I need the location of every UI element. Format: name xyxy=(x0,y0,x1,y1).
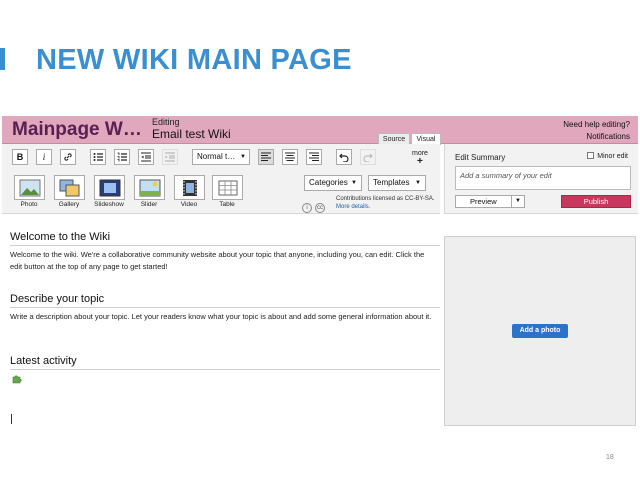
templates-select[interactable]: Templates ▼ xyxy=(368,175,426,191)
minor-edit-checkbox[interactable] xyxy=(587,152,595,159)
editor-toolbar: B i Normal t… ▼ more + Photo Gallery Sli… xyxy=(2,144,440,214)
insert-gallery-label: Gallery xyxy=(58,201,80,208)
cc-license-icon: cc xyxy=(315,203,325,213)
outdent-icon[interactable] xyxy=(138,149,154,165)
video-icon xyxy=(173,175,205,200)
slider-icon xyxy=(133,175,165,200)
edit-summary-panel: Edit Summary Minor edit Add a summary of… xyxy=(444,144,638,214)
chevron-down-icon: ▼ xyxy=(240,154,246,160)
categories-select[interactable]: Categories ▼ xyxy=(304,175,362,191)
slide-accent-bar xyxy=(0,48,5,70)
page-name: Mainpage W… xyxy=(12,119,142,140)
minor-edit-toggle[interactable]: Minor edit xyxy=(587,152,628,160)
slide-page-number: 18 xyxy=(606,454,614,461)
editor-header: Mainpage W… Editing Email test Wiki Need… xyxy=(2,116,638,145)
plus-icon: + xyxy=(417,156,423,167)
align-center-icon[interactable] xyxy=(282,149,298,165)
help-editing-link[interactable]: Need help editing? xyxy=(563,120,630,129)
chevron-down-icon: ▼ xyxy=(415,180,421,186)
insert-slideshow-button[interactable]: Slideshow xyxy=(92,175,126,209)
chevron-down-icon[interactable]: ▼ xyxy=(511,196,524,207)
preview-label: Preview xyxy=(470,197,497,206)
edit-summary-label: Edit Summary xyxy=(455,153,506,162)
numbered-list-icon[interactable] xyxy=(114,149,130,165)
puzzle-piece-icon xyxy=(12,375,22,384)
preview-button[interactable]: Preview ▼ xyxy=(455,195,525,208)
info-icon: i xyxy=(302,203,312,213)
text-cursor xyxy=(11,414,12,424)
insert-photo-label: Photo xyxy=(20,201,38,208)
photo-icon xyxy=(13,175,45,200)
add-photo-button[interactable]: Add a photo xyxy=(512,324,568,338)
edit-summary-input[interactable]: Add a summary of your edit xyxy=(455,166,631,190)
license-icons: i cc xyxy=(302,196,328,214)
editing-title: Email test Wiki xyxy=(152,127,231,141)
slide-title: NEW WIKI MAIN PAGE xyxy=(36,44,352,76)
table-icon xyxy=(211,175,243,200)
insert-slideshow-label: Slideshow xyxy=(94,201,124,208)
more-button[interactable]: more + xyxy=(412,150,428,167)
redo-icon[interactable] xyxy=(360,149,376,165)
format-select-value: Normal t… xyxy=(197,152,236,161)
section-heading-activity: Latest activity xyxy=(10,355,440,370)
link-icon[interactable] xyxy=(60,149,76,165)
undo-icon[interactable] xyxy=(336,149,352,165)
align-right-icon[interactable] xyxy=(306,149,322,165)
section-heading-welcome: Welcome to the Wiki xyxy=(10,231,440,246)
insert-video-button[interactable]: Video xyxy=(172,175,206,209)
bullet-list-icon[interactable] xyxy=(90,149,106,165)
photo-placeholder-panel: Add a photo xyxy=(444,236,636,426)
editing-label: Editing xyxy=(152,117,180,127)
gallery-icon xyxy=(53,175,85,200)
slideshow-icon xyxy=(93,175,125,200)
license-details-link[interactable]: More details. xyxy=(336,204,370,210)
categories-select-value: Categories xyxy=(309,178,348,187)
insert-table-label: Table xyxy=(219,201,235,208)
insert-slider-label: Slider xyxy=(140,201,158,208)
bold-button[interactable]: B xyxy=(12,149,28,165)
paragraph-format-select[interactable]: Normal t… ▼ xyxy=(192,149,250,165)
insert-table-button[interactable]: Table xyxy=(210,175,244,209)
section-body-welcome: Welcome to the wiki. We're a collaborati… xyxy=(10,250,425,271)
chevron-down-icon: ▼ xyxy=(351,180,357,186)
italic-button[interactable]: i xyxy=(36,149,52,165)
insert-gallery-button[interactable]: Gallery xyxy=(52,175,86,209)
notifications-link[interactable]: Notifications xyxy=(586,132,630,141)
section-heading-topic: Describe your topic xyxy=(10,293,440,308)
templates-select-value: Templates xyxy=(373,178,410,187)
indent-icon[interactable] xyxy=(162,149,178,165)
align-left-icon[interactable] xyxy=(258,149,274,165)
license-line: Contributions licensed as CC-BY-SA. xyxy=(336,196,435,202)
wiki-editor-window: Mainpage W… Editing Email test Wiki Need… xyxy=(2,116,638,442)
publish-button[interactable]: Publish xyxy=(561,195,631,208)
insert-slider-button[interactable]: Slider xyxy=(132,175,166,209)
minor-edit-label: Minor edit xyxy=(597,153,628,160)
insert-video-label: Video xyxy=(180,201,198,208)
section-body-topic: Write a description about your topic. Le… xyxy=(10,312,432,321)
insert-photo-button[interactable]: Photo xyxy=(12,175,46,209)
license-text: Contributions licensed as CC-BY-SA. More… xyxy=(336,195,435,211)
